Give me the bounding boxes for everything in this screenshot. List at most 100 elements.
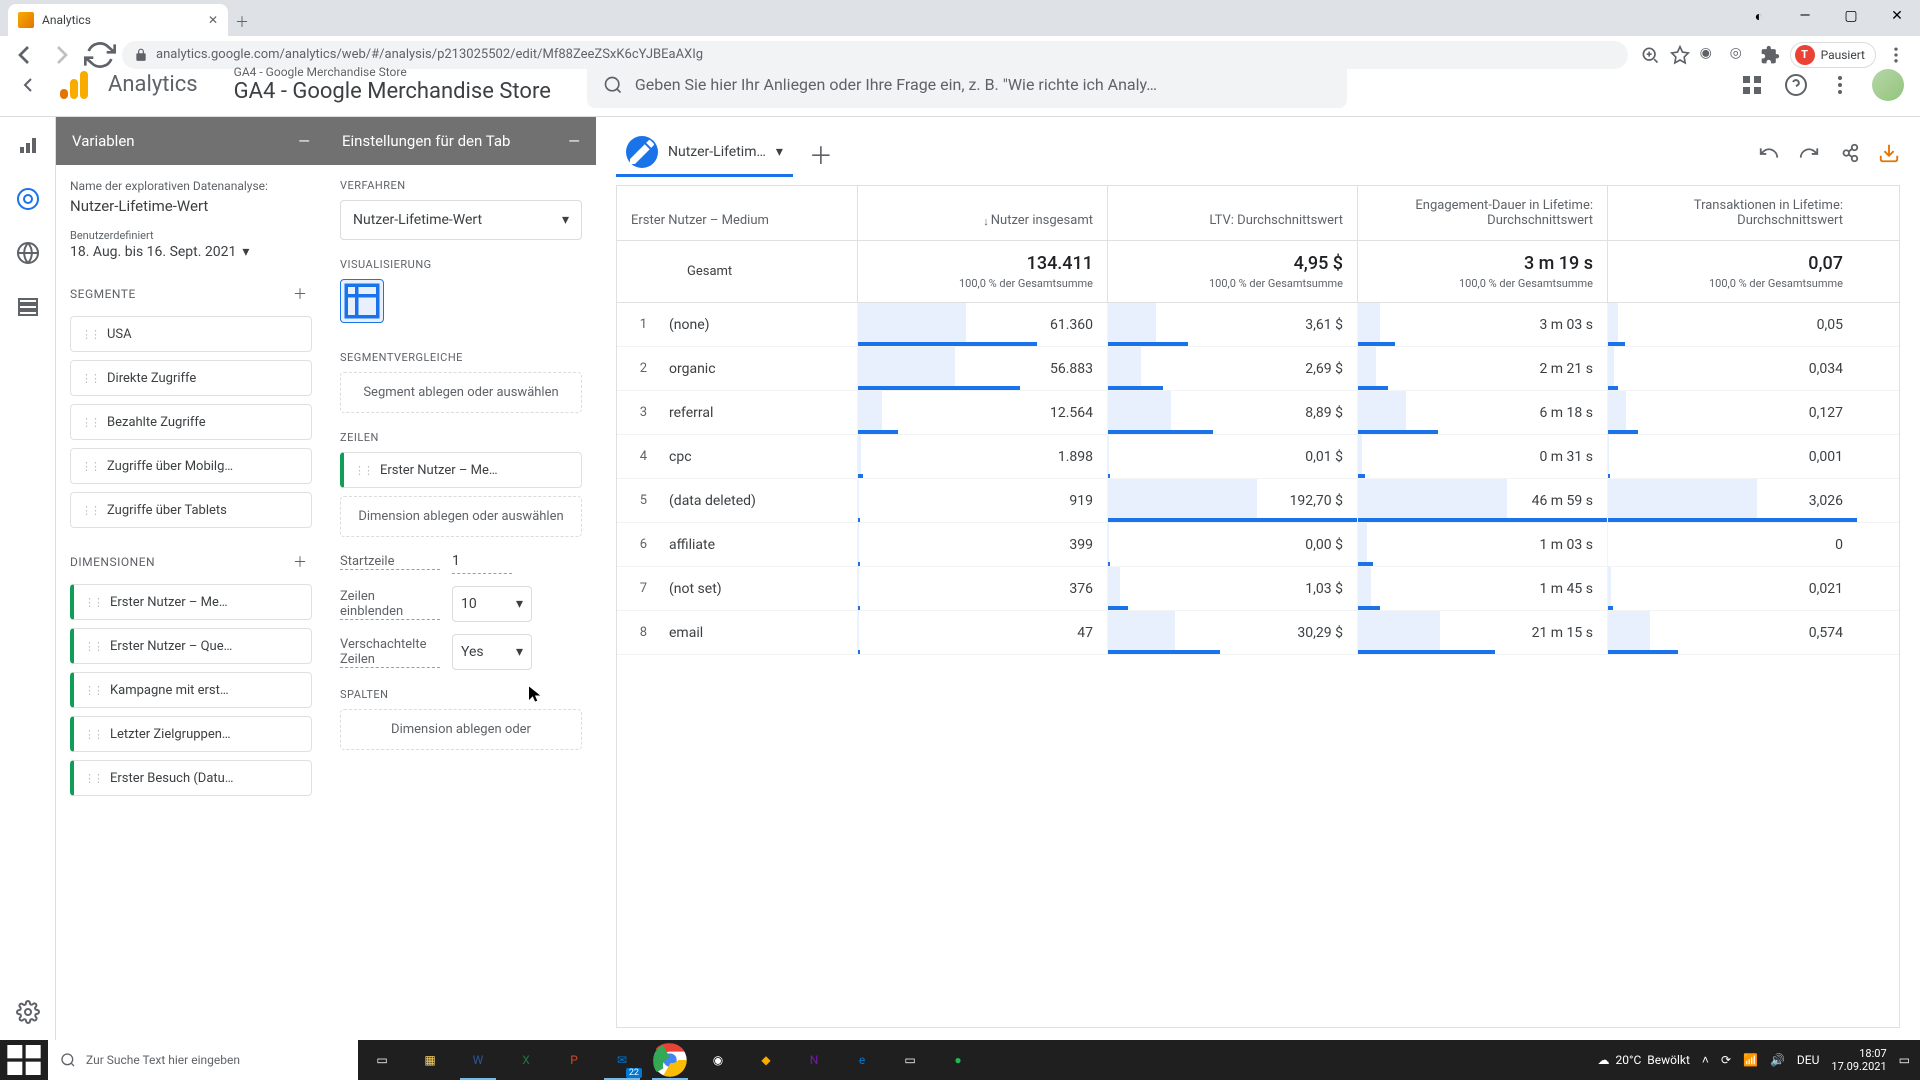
maximize-button[interactable]: ▢: [1828, 0, 1874, 32]
edge-icon[interactable]: e: [838, 1040, 886, 1080]
chevron-down-icon[interactable]: ▾: [776, 144, 783, 160]
menu-icon[interactable]: [1886, 45, 1906, 65]
browser-tab[interactable]: Analytics ✕: [8, 4, 228, 36]
canvas-tab[interactable]: Nutzer-Lifetim… ▾: [616, 130, 793, 177]
app-icon[interactable]: ◆: [742, 1040, 790, 1080]
powerpoint-icon[interactable]: P: [550, 1040, 598, 1080]
property-selector[interactable]: GA4 - Google Merchandise Store GA4 - Goo…: [234, 65, 551, 104]
analysis-name[interactable]: Nutzer-Lifetime-Wert: [70, 197, 312, 215]
add-dimension-button[interactable]: ＋: [288, 550, 312, 574]
search-bar[interactable]: Geben Sie hier Ihr Anliegen oder Ihre Fr…: [587, 62, 1347, 108]
table-row[interactable]: 8email4730,29 $21 m 15 s0,574: [617, 611, 1899, 655]
chip[interactable]: ⋮⋮Kampagne mit erst…: [70, 672, 312, 708]
task-view-icon[interactable]: ▭: [358, 1040, 406, 1080]
extensions-puzzle-icon[interactable]: [1760, 45, 1780, 65]
add-segment-button[interactable]: ＋: [288, 282, 312, 306]
close-window-button[interactable]: ✕: [1874, 0, 1920, 32]
mail-icon[interactable]: ✉22: [598, 1040, 646, 1080]
col-header-users[interactable]: ↓Nutzer insgesamt: [857, 186, 1107, 240]
collapse-icon[interactable]: —: [298, 132, 310, 150]
chip[interactable]: ⋮⋮Erster Besuch (Datu…: [70, 760, 312, 796]
show-rows-select[interactable]: 10▾: [452, 586, 532, 622]
col-header-ltv[interactable]: LTV: Durchschnittswert: [1107, 186, 1357, 240]
extension2-icon[interactable]: ◎: [1730, 45, 1750, 65]
segment-drop-zone[interactable]: Segment ablegen oder auswählen: [340, 372, 582, 413]
share-icon[interactable]: [1838, 142, 1860, 164]
notification-icon[interactable]: ▭: [1899, 1053, 1910, 1067]
start-row-input[interactable]: 1: [452, 549, 512, 574]
tray-chevron-icon[interactable]: ˄: [1702, 1053, 1709, 1067]
add-tab-button[interactable]: ＋: [803, 135, 839, 171]
table-row[interactable]: 6affiliate3990,00 $1 m 03 s0: [617, 523, 1899, 567]
wifi-icon[interactable]: 📶: [1743, 1053, 1758, 1067]
download-icon[interactable]: [1878, 142, 1900, 164]
chip[interactable]: ⋮⋮Bezahlte Zugriffe: [70, 404, 312, 440]
explorer-icon[interactable]: ▦: [406, 1040, 454, 1080]
table-row[interactable]: 3referral12.5648,89 $6 m 18 s0,127: [617, 391, 1899, 435]
star-icon[interactable]: [1670, 45, 1690, 65]
sync-icon[interactable]: ⟳: [1721, 1053, 1731, 1067]
table-row[interactable]: 2organic56.8832,69 $2 m 21 s0,034: [617, 347, 1899, 391]
close-tab-icon[interactable]: ✕: [208, 13, 218, 27]
total-label: Gesamt: [617, 241, 857, 302]
rows-drop-zone[interactable]: Dimension ablegen oder auswählen: [340, 496, 582, 537]
col-header-engagement[interactable]: Engagement-Dauer in Lifetime: Durchschni…: [1357, 186, 1607, 240]
redo-icon[interactable]: [1798, 142, 1820, 164]
nav-admin-icon[interactable]: [16, 1000, 40, 1024]
nav-advertising-icon[interactable]: [16, 241, 40, 265]
language-indicator[interactable]: DEU: [1797, 1053, 1819, 1067]
date: 17.09.2021: [1831, 1060, 1886, 1073]
weather-widget[interactable]: ☁ 20°C Bewölkt: [1598, 1053, 1690, 1067]
forward-button[interactable]: [46, 39, 78, 71]
date-range-picker[interactable]: Benutzerdefiniert 18. Aug. bis 16. Sept.…: [70, 229, 312, 260]
diamond-icon[interactable]: [1740, 73, 1764, 97]
drag-handle-icon: ⋮⋮: [84, 684, 102, 697]
undo-icon[interactable]: [1758, 142, 1780, 164]
col-header-transactions[interactable]: Transaktionen in Lifetime: Durchschnitts…: [1607, 186, 1857, 240]
cols-drop-zone[interactable]: Dimension ablegen oder: [340, 709, 582, 750]
chip[interactable]: ⋮⋮Zugriffe über Tablets: [70, 492, 312, 528]
ga-back-button[interactable]: [16, 73, 40, 97]
kebab-menu-icon[interactable]: [1828, 73, 1852, 97]
table-row[interactable]: 5(data deleted)919192,70 $46 m 59 s3,026: [617, 479, 1899, 523]
chip[interactable]: ⋮⋮Erster Nutzer – Que…: [70, 628, 312, 664]
chip[interactable]: ⋮⋮Zugriffe über Mobilg…: [70, 448, 312, 484]
chip[interactable]: ⋮⋮Direkte Zugriffe: [70, 360, 312, 396]
onenote-icon[interactable]: N: [790, 1040, 838, 1080]
start-button[interactable]: [0, 1040, 48, 1080]
chip[interactable]: ⋮⋮Erster Nutzer – Me…: [70, 584, 312, 620]
verfahren-select[interactable]: Nutzer-Lifetime-Wert ▾: [340, 200, 582, 240]
taskbar-search[interactable]: Zur Suche Text hier eingeben: [48, 1040, 358, 1080]
minimize-button[interactable]: —: [1782, 0, 1828, 32]
notepad-icon[interactable]: ▭: [886, 1040, 934, 1080]
spotify-icon[interactable]: ●: [934, 1040, 982, 1080]
drag-handle-icon: ⋮⋮: [81, 460, 99, 473]
new-tab-button[interactable]: ＋: [228, 8, 256, 36]
obs-icon[interactable]: ◉: [694, 1040, 742, 1080]
chrome-icon[interactable]: [646, 1040, 694, 1080]
collapse-icon[interactable]: —: [568, 132, 580, 150]
help-icon[interactable]: [1784, 73, 1808, 97]
nav-explore-icon[interactable]: [16, 187, 40, 211]
table-row[interactable]: 4cpc1.8980,01 $0 m 31 s0,001: [617, 435, 1899, 479]
profile-chip[interactable]: T Pausiert: [1790, 42, 1876, 68]
nav-reports-icon[interactable]: [16, 133, 40, 157]
col-header-dimension[interactable]: Erster Nutzer – Medium: [617, 186, 857, 240]
table-row[interactable]: 1(none)61.3603,61 $3 m 03 s0,05: [617, 303, 1899, 347]
table-row[interactable]: 7(not set)3761,03 $1 m 45 s0,021: [617, 567, 1899, 611]
volume-icon[interactable]: 🔊: [1770, 1053, 1785, 1067]
zoom-icon[interactable]: [1640, 45, 1660, 65]
back-button[interactable]: [8, 39, 40, 71]
excel-icon[interactable]: X: [502, 1040, 550, 1080]
chip[interactable]: ⋮⋮USA: [70, 316, 312, 352]
word-icon[interactable]: W: [454, 1040, 502, 1080]
nav-configure-icon[interactable]: [16, 295, 40, 319]
viz-table-button[interactable]: [340, 279, 384, 323]
extension1-icon[interactable]: ◉: [1700, 45, 1720, 65]
nested-rows-label: Verschachtelte Zeilen: [340, 637, 440, 668]
clock[interactable]: 18:07 17.09.2021: [1831, 1047, 1886, 1073]
user-avatar[interactable]: [1872, 69, 1904, 101]
row-chip[interactable]: ⋮⋮ Erster Nutzer – Me…: [340, 452, 582, 488]
nested-rows-select[interactable]: Yes▾: [452, 634, 532, 670]
chip[interactable]: ⋮⋮Letzter Zielgruppen…: [70, 716, 312, 752]
